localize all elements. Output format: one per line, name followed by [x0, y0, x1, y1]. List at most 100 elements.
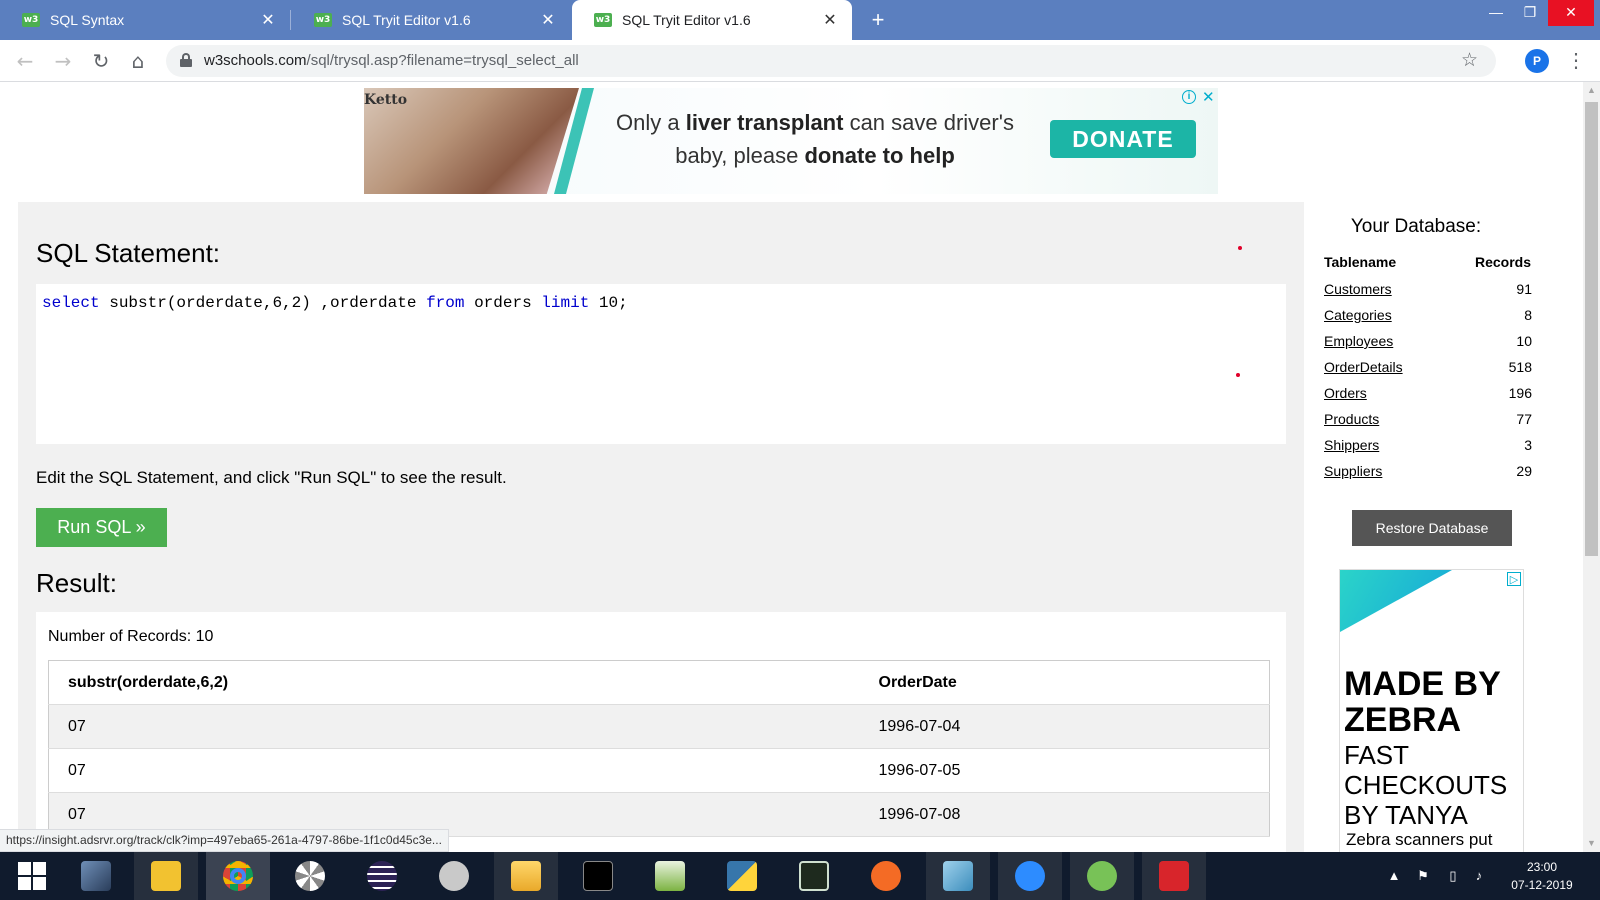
tab-close-icon[interactable]: ✕: [258, 10, 278, 30]
table-link[interactable]: Orders: [1324, 385, 1367, 401]
db-table-row[interactable]: Shippers 3: [1324, 437, 1532, 457]
tab-sql-tryit-1[interactable]: w3 SQL Tryit Editor v1.6 ✕: [292, 0, 570, 40]
taskbar-chart-app[interactable]: [638, 852, 702, 900]
tab-sql-syntax[interactable]: w3 SQL Syntax ✕: [0, 0, 290, 40]
tab-sql-tryit-active[interactable]: w3 SQL Tryit Editor v1.6 ✕: [572, 0, 852, 40]
link-status-bar: https://insight.adsrvr.org/track/clk?imp…: [0, 829, 449, 852]
result-panel: Number of Records: 10 substr(orderdate,6…: [36, 612, 1286, 852]
db-table-row[interactable]: Employees 10: [1324, 333, 1532, 353]
taskbar-clock[interactable]: 23:00 07-12-2019: [1500, 858, 1584, 894]
tab-strip: w3 SQL Syntax ✕ w3 SQL Tryit Editor v1.6…: [0, 0, 1600, 40]
column-header: substr(orderdate,6,2): [48, 660, 860, 705]
restore-database-button[interactable]: Restore Database: [1352, 510, 1512, 546]
tray-overflow-icon[interactable]: ▲: [1384, 852, 1404, 900]
table-link[interactable]: Employees: [1324, 333, 1393, 349]
folder-icon: [511, 861, 541, 891]
db-table-row[interactable]: OrderDetails 518: [1324, 359, 1532, 379]
lock-icon: [180, 53, 192, 67]
table-cell: 1996-07-04: [859, 704, 1270, 749]
profile-avatar[interactable]: P: [1525, 49, 1549, 73]
tab-close-icon[interactable]: ✕: [820, 10, 840, 30]
top-ad-banner[interactable]: Ketto Only a liver transplant can save d…: [364, 88, 1218, 194]
minimize-icon[interactable]: —: [1478, 0, 1514, 26]
address-bar[interactable]: w3schools.com/sql/trysql.asp?filename=tr…: [166, 45, 1496, 77]
taskbar-sql-app[interactable]: [782, 852, 846, 900]
ad-copy: Only a liver transplant can save driver'…: [616, 110, 1014, 168]
your-database-title: Your Database:: [1350, 216, 1482, 237]
browser-menu-icon[interactable]: ⋮: [1566, 48, 1586, 73]
record-count-value: 518: [1508, 359, 1532, 375]
table-header-row: substr(orderdate,6,2) OrderDate: [48, 660, 1270, 705]
new-tab-icon[interactable]: +: [864, 6, 892, 34]
volume-icon[interactable]: ♪: [1468, 852, 1490, 900]
home-icon[interactable]: ⌂: [125, 48, 151, 74]
close-window-icon[interactable]: ✕: [1548, 0, 1594, 26]
scroll-thumb[interactable]: [1585, 102, 1598, 556]
table-link[interactable]: Products: [1324, 411, 1379, 427]
taskbar-file-explorer[interactable]: [494, 852, 558, 900]
windows-taskbar: ▲ ⚑ ▯ ♪ 23:00 07-12-2019: [0, 852, 1600, 900]
adchoices-icon[interactable]: ▷: [1507, 572, 1521, 586]
clock-time: 23:00: [1526, 860, 1558, 874]
page-scrollbar[interactable]: ▲ ▼: [1583, 82, 1600, 852]
taskbar-file-manager[interactable]: [64, 852, 128, 900]
pinwheel-app-icon: [295, 861, 325, 891]
sql-code[interactable]: select substr(orderdate,6,2) ,orderdate …: [42, 294, 628, 312]
table-link[interactable]: OrderDetails: [1324, 359, 1403, 375]
ad-donate-button[interactable]: DONATE: [1050, 120, 1196, 158]
taskbar-slides-app[interactable]: [926, 852, 990, 900]
column-header: OrderDate: [859, 660, 1270, 705]
taskbar-brush-app[interactable]: [854, 852, 918, 900]
taskbar-chrome[interactable]: [206, 852, 270, 900]
table-cell: 1996-07-05: [859, 748, 1270, 793]
db-table-row[interactable]: Products 77: [1324, 411, 1532, 431]
record-count-value: 3: [1524, 437, 1532, 453]
scroll-down-arrow-icon[interactable]: ▼: [1583, 835, 1600, 852]
run-sql-button[interactable]: Run SQL »: [36, 508, 167, 547]
table-link[interactable]: Suppliers: [1324, 463, 1382, 479]
scroll-up-arrow-icon[interactable]: ▲: [1583, 82, 1600, 99]
taskbar-pinwheel-app[interactable]: [278, 852, 342, 900]
record-count-value: 29: [1516, 463, 1532, 479]
table-cell: 07: [48, 704, 860, 749]
taskbar-acrobat[interactable]: [1142, 852, 1206, 900]
result-table: substr(orderdate,6,2) OrderDate 07 1996-…: [48, 660, 1270, 837]
forward-arrow-icon[interactable]: →: [50, 48, 76, 74]
sql-editor[interactable]: select substr(orderdate,6,2) ,orderdate …: [36, 284, 1286, 444]
taskbar-utorrent[interactable]: [1070, 852, 1134, 900]
taskbar-satellite-app[interactable]: [422, 852, 486, 900]
db-table-row[interactable]: Orders 196: [1324, 385, 1532, 405]
back-arrow-icon[interactable]: ←: [12, 48, 38, 74]
ad-headline: MADE BY ZEBRA: [1344, 665, 1501, 739]
taskbar-sticky-app[interactable]: [134, 852, 198, 900]
sidebar-ad[interactable]: ▷ MADE BY ZEBRA FAST CHECKOUTS BY TANYA …: [1339, 569, 1524, 852]
table-cell: 07: [48, 748, 860, 793]
start-button[interactable]: [0, 852, 64, 900]
restore-window-icon[interactable]: ❐: [1512, 0, 1548, 26]
taskbar-eclipse[interactable]: [350, 852, 414, 900]
reload-icon[interactable]: ↻: [88, 48, 114, 74]
taskbar-terminal[interactable]: [566, 852, 630, 900]
record-count: Number of Records: 10: [48, 628, 214, 645]
table-link[interactable]: Shippers: [1324, 437, 1379, 453]
db-table-row[interactable]: Categories 8: [1324, 307, 1532, 327]
table-cell: 1996-07-08: [859, 792, 1270, 837]
url-text: w3schools.com/sql/trysql.asp?filename=tr…: [204, 52, 579, 69]
tab-separator: [290, 10, 291, 30]
db-table-row[interactable]: Customers 91: [1324, 281, 1532, 301]
table-link[interactable]: Categories: [1324, 307, 1392, 323]
table-link[interactable]: Customers: [1324, 281, 1392, 297]
tab-close-icon[interactable]: ✕: [538, 10, 558, 30]
adchoices-info-icon[interactable]: i: [1182, 90, 1196, 104]
w3schools-favicon-icon: w3: [594, 13, 612, 27]
taskbar-zoom[interactable]: [998, 852, 1062, 900]
bookmark-star-icon[interactable]: ☆: [1461, 49, 1478, 71]
db-table-row[interactable]: Suppliers 29: [1324, 463, 1532, 483]
network-icon[interactable]: ⚑: [1412, 852, 1434, 900]
taskbar-python[interactable]: [710, 852, 774, 900]
battery-icon[interactable]: ▯: [1444, 852, 1462, 900]
eclipse-icon: [367, 861, 397, 891]
chrome-icon: [223, 861, 253, 891]
tablename-header: Tablename: [1324, 254, 1397, 270]
ad-close-icon[interactable]: ✕: [1202, 88, 1215, 106]
